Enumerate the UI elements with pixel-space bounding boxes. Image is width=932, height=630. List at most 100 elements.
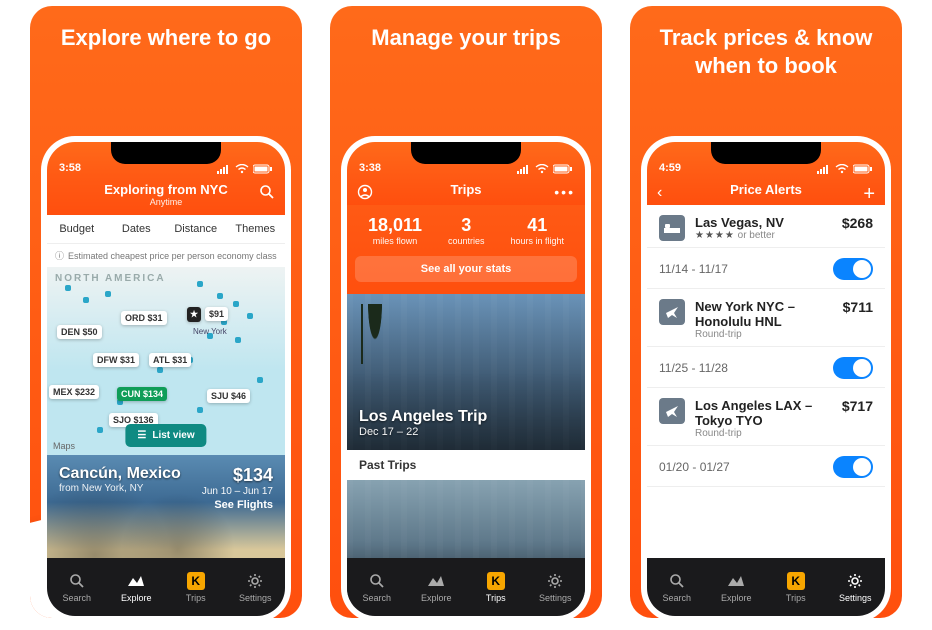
trip-dates: Dec 17 – 22 [359, 426, 487, 438]
nav-search[interactable]: Search [647, 558, 707, 616]
see-flights-link[interactable]: See Flights [202, 499, 273, 511]
map-pin-star[interactable]: ★ [187, 307, 201, 322]
profile-icon[interactable] [357, 184, 373, 205]
price-alert-item[interactable]: Los Angeles LAX – Tokyo TYO Round-trip $… [647, 388, 885, 446]
list-view-button[interactable]: ☰ List view [125, 424, 206, 447]
dest-dates: Jun 10 – Jun 17 [202, 486, 273, 497]
header-title: Trips [357, 182, 575, 197]
destination-card[interactable]: Cancún, Mexico from New York, NY $134 Ju… [47, 455, 285, 573]
alert-toggle[interactable] [833, 456, 873, 478]
map-pin-star-price[interactable]: $91 [205, 307, 228, 321]
info-note: ⓘ Estimated cheapest price per person ec… [47, 244, 285, 267]
tab-bar: Search Explore K Trips Settings [47, 558, 285, 616]
tab-themes[interactable]: Themes [226, 215, 286, 243]
tab-bar: Search Explore KTrips Settings [347, 558, 585, 616]
map-pin-den[interactable]: DEN $50 [57, 325, 102, 339]
gear-icon [846, 572, 864, 590]
list-icon: ☰ [137, 430, 146, 441]
alert-toggle[interactable] [833, 258, 873, 280]
past-trips-header: Past Trips [347, 450, 585, 480]
maps-credit: Maps [53, 441, 75, 451]
map-pin-ord[interactable]: ORD $31 [121, 311, 167, 325]
trip-name: Los Angeles Trip [359, 408, 487, 426]
nav-trips[interactable]: KTrips [766, 558, 826, 616]
signal-icon [517, 165, 531, 174]
search-icon [68, 572, 86, 590]
more-icon[interactable]: ••• [554, 184, 575, 200]
add-icon[interactable]: + [863, 184, 875, 204]
phone-frame: 3:58 Exploring from NYC Anytime Budg [41, 136, 291, 618]
nav-settings[interactable]: Settings [526, 558, 586, 616]
alert-toggle[interactable] [833, 357, 873, 379]
panel-title: Track prices & know when to book [630, 6, 902, 89]
dest-price: $134 [202, 465, 273, 486]
map-pin-dfw[interactable]: DFW $31 [93, 353, 139, 367]
back-icon[interactable]: ‹ [657, 184, 662, 202]
map-city-label: New York [193, 327, 227, 336]
search-icon[interactable] [259, 184, 275, 205]
explore-icon [727, 572, 745, 590]
trip-card-current[interactable]: Los Angeles Trip Dec 17 – 22 [347, 294, 585, 450]
stat-hours: 41 hours in flight [510, 215, 564, 246]
alert-dates-row: 01/20 - 01/27 [647, 446, 885, 487]
search-icon [368, 572, 386, 590]
alert-dates: 11/25 - 11/28 [659, 361, 728, 375]
alert-sub: Round-trip [695, 329, 833, 340]
flight-icon [659, 299, 685, 325]
status-time: 3:38 [359, 162, 381, 174]
alert-sub: Round-trip [695, 428, 832, 439]
tab-distance[interactable]: Distance [166, 215, 226, 243]
stats-panel: 18,011 miles flown 3 countries 41 hours … [347, 205, 585, 294]
alert-price: $717 [842, 398, 873, 414]
battery-icon [553, 164, 573, 174]
phone-notch [411, 142, 521, 164]
promo-panel-explore: Explore where to go 3:58 Exploring from … [30, 6, 302, 618]
panel-title: Manage your trips [330, 6, 602, 62]
dest-name: Cancún, Mexico [59, 465, 181, 483]
nav-trips[interactable]: KTrips [466, 558, 526, 616]
stat-miles: 18,011 miles flown [368, 215, 422, 246]
stat-countries: 3 countries [448, 215, 485, 246]
price-alert-item[interactable]: Las Vegas, NV ★★★★ or better $268 [647, 205, 885, 248]
filter-tabs: Budget Dates Distance Themes [47, 215, 285, 244]
nav-explore[interactable]: Explore [107, 558, 167, 616]
battery-icon [853, 164, 873, 174]
panel-title: Explore where to go [30, 6, 302, 62]
map-pin-sju[interactable]: SJU $46 [207, 389, 250, 403]
signal-icon [817, 165, 831, 174]
map-pin-cun[interactable]: CUN $134 [117, 387, 167, 401]
map-pin-mex[interactable]: MEX $232 [49, 385, 99, 399]
alert-dates: 11/14 - 11/17 [659, 262, 728, 276]
nav-explore[interactable]: Explore [407, 558, 467, 616]
status-time: 3:58 [59, 162, 81, 174]
alert-title: New York NYC – Honolulu HNL [695, 299, 833, 329]
status-time: 4:59 [659, 162, 681, 174]
nav-trips[interactable]: K Trips [166, 558, 226, 616]
wifi-icon [835, 164, 849, 174]
flight-icon [659, 398, 685, 424]
tab-budget[interactable]: Budget [47, 215, 107, 243]
gear-icon [546, 572, 564, 590]
promo-panel-alerts: Track prices & know when to book 4:59 ‹ … [630, 6, 902, 618]
header-title: Price Alerts [657, 182, 875, 197]
map-pin-atl[interactable]: ATL $31 [149, 353, 191, 367]
nav-explore[interactable]: Explore [707, 558, 767, 616]
dest-from: from New York, NY [59, 483, 181, 494]
screen-header: ‹ Price Alerts + [647, 176, 885, 205]
see-all-stats-button[interactable]: See all your stats [355, 256, 577, 282]
header-title: Exploring from NYC [57, 182, 275, 197]
nav-settings[interactable]: Settings [826, 558, 886, 616]
explore-map[interactable]: NORTH AMERICA ORD $31 DEN $50 DFW $31 AT… [47, 267, 285, 455]
tab-dates[interactable]: Dates [107, 215, 167, 243]
explore-icon [127, 572, 145, 590]
info-icon: ⓘ [55, 249, 64, 262]
price-alert-item[interactable]: New York NYC – Honolulu HNL Round-trip $… [647, 289, 885, 347]
promo-panel-trips: Manage your trips 3:38 Trips ••• [330, 6, 602, 618]
nav-settings[interactable]: Settings [226, 558, 286, 616]
nav-search[interactable]: Search [347, 558, 407, 616]
alert-dates-row: 11/14 - 11/17 [647, 248, 885, 289]
nav-search[interactable]: Search [47, 558, 107, 616]
alert-sub: ★★★★ or better [695, 230, 832, 241]
trips-icon: K [787, 572, 805, 590]
alert-price: $711 [843, 299, 873, 315]
